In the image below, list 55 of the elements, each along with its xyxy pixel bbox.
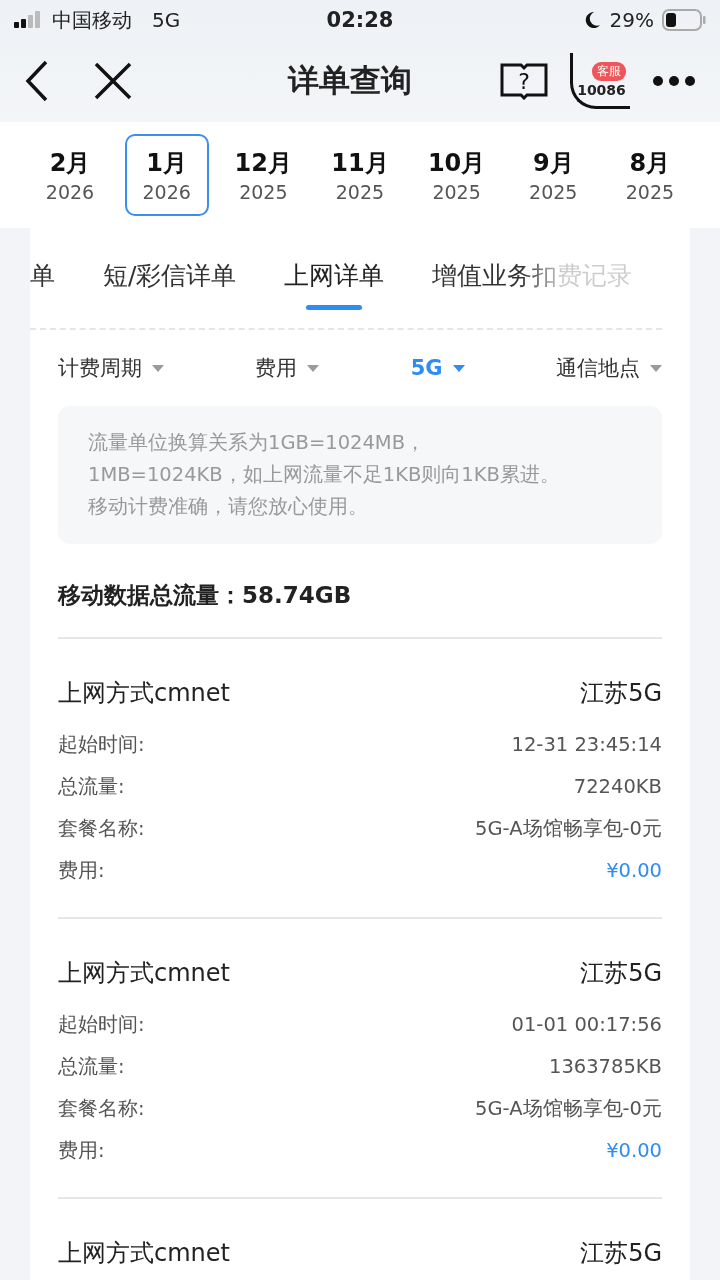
record-location: 江苏5G: [580, 958, 662, 989]
month-tab[interactable]: 2月 2026: [28, 134, 112, 216]
record-title: 上网方式cmnet: [58, 1238, 230, 1269]
record-title: 上网方式cmnet: [58, 678, 230, 709]
category-tab[interactable]: 短/彩信详单: [103, 244, 237, 312]
field-value: 72240KB: [573, 774, 662, 798]
field-label: 费用:: [58, 1137, 105, 1164]
notice-text: 移动计费准确，请您放心使用。: [88, 494, 369, 520]
field-label: 起始时间:: [58, 731, 145, 758]
caret-icon: [152, 364, 164, 372]
filter-dropdown[interactable]: 费用: [255, 354, 320, 382]
notice-text: 1MB=1024KB，如上网流量不足1KB则向1KB累进。: [88, 462, 561, 488]
filter-dropdown[interactable]: 通信地点: [556, 354, 662, 382]
field-value: 12-31 23:45:14: [511, 732, 662, 756]
more-icon[interactable]: [652, 75, 696, 87]
back-icon[interactable]: [24, 60, 50, 102]
page-title: 详单查询: [288, 61, 412, 100]
record-location: 江苏5G: [580, 1238, 662, 1269]
notice-text: 流量单位换算关系为1GB=1024MB，: [88, 430, 427, 456]
field-value: 01-01 00:17:56: [511, 1012, 662, 1036]
service-badge: 客服: [591, 61, 626, 81]
field-label: 套餐名称:: [58, 815, 145, 842]
month-tab[interactable]: 12月 2025: [221, 134, 306, 216]
month-tab[interactable]: 11月 2025: [317, 134, 402, 216]
category-tab[interactable]: 单: [30, 244, 55, 312]
month-tab[interactable]: 9月 2025: [511, 134, 596, 216]
battery-percent: 29%: [609, 8, 654, 32]
field-value: ¥0.00: [606, 858, 662, 882]
month-tab[interactable]: 1月 2026: [124, 134, 209, 216]
field-value: 5G-A场馆畅享包-0元: [475, 815, 662, 842]
month-tab[interactable]: 8月 2025: [607, 134, 692, 216]
caret-icon: [650, 364, 662, 372]
caret-icon: [307, 364, 320, 372]
field-value: 1363785KB: [549, 1054, 662, 1078]
network-type: 5G: [152, 8, 181, 32]
field-label: 总流量:: [58, 773, 125, 800]
caret-icon: [452, 364, 465, 372]
record-title: 上网方式cmnet: [58, 958, 230, 989]
status-time: 02:28: [326, 8, 394, 32]
carrier-name: 中国移动: [52, 6, 132, 34]
month-tab[interactable]: 10月 2025: [414, 134, 499, 216]
filter-dropdown[interactable]: 计费周期: [58, 354, 164, 382]
field-label: 总流量:: [58, 1053, 125, 1080]
total-usage: 移动数据总流量：58.74GB: [58, 544, 662, 639]
field-label: 起始时间:: [58, 1011, 145, 1038]
field-label: 套餐名称:: [58, 1095, 145, 1122]
field-value: 5G-A场馆畅享包-0元: [475, 1095, 662, 1122]
customer-service-button[interactable]: 客服 10086: [570, 53, 630, 109]
record-location: 江苏5G: [580, 678, 662, 709]
close-icon[interactable]: [94, 62, 132, 100]
field-value: ¥0.00: [606, 1138, 662, 1162]
category-tab[interactable]: 上网详单: [284, 244, 385, 312]
battery-icon: [662, 9, 706, 31]
field-label: 费用:: [58, 857, 105, 884]
help-book-icon[interactable]: ?: [500, 62, 548, 100]
